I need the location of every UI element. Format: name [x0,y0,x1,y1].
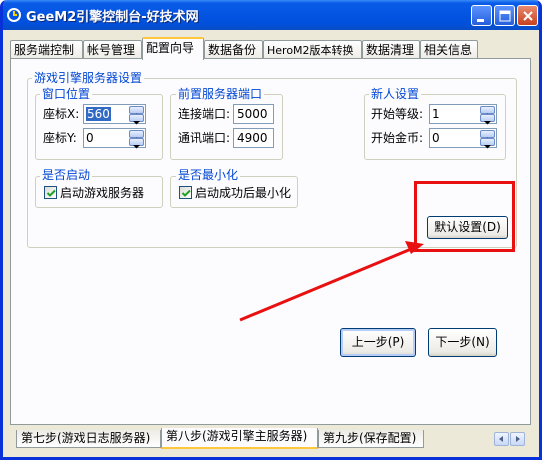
connect-port-input[interactable]: 5000 [233,104,274,124]
tab-server-control[interactable]: 服务端控制 [10,40,83,59]
spinner-down-arrow[interactable] [129,114,144,125]
connect-port-value: 5000 [237,107,268,121]
left-arrow-icon [499,436,503,442]
y-coord-label: 座标Y: [43,131,77,145]
down-arrow-icon [133,121,140,125]
auto-start-title: 是否启动 [40,168,93,182]
checkmark-icon [181,189,191,197]
tab-related-info[interactable]: 相关信息 [420,40,478,59]
comm-port-label: 通讯端口: [178,131,231,145]
tab-label: 相关信息 [424,43,473,57]
maximize-icon [499,10,511,22]
prev-step-label: 上一步(P) [351,335,405,349]
y-coord-spinner[interactable]: 0 [83,128,146,149]
checkmark-icon [46,189,56,197]
start-gold-label: 开始金币: [371,131,424,145]
x-coord-value: 560 [86,107,111,121]
tab-label: 第七步(游戏日志服务器) [21,431,151,445]
start-game-server-label: 启动游戏服务器 [60,186,145,200]
next-step-button[interactable]: 下一步(N) [428,328,497,357]
y-coord-value: 0 [86,131,94,145]
start-level-spinner[interactable]: 1 [429,104,497,125]
spinner-down-arrow[interactable] [480,114,495,125]
tab-label: 数据清理 [366,43,415,57]
tab-step-eight[interactable]: 第八步(游戏引擎主服务器) [161,428,318,449]
window-position-title: 窗口位置 [40,87,93,101]
tab-scroll-arrows [494,432,526,446]
comm-port-value: 4900 [237,131,268,145]
tab-step-seven[interactable]: 第七步(游戏日志服务器) [16,430,161,448]
tab-herom2-conversion[interactable]: HeroM2版本转换 [263,40,362,59]
down-arrow-icon [133,145,140,149]
annotation-highlight-box [414,181,515,252]
maximize-button[interactable] [494,5,515,26]
minimize-icon [477,19,484,22]
front-server-port-title: 前置服务器端口 [176,87,265,101]
minimize-after-start-checkbox[interactable] [179,186,192,199]
spinner-down-arrow[interactable] [129,138,144,149]
tab-data-cleanup[interactable]: 数据清理 [362,40,420,59]
spinner-up-arrow[interactable] [480,106,495,117]
game-engine-group-title: 游戏引擎服务器设置 [32,71,145,85]
tab-label: 第九步(保存配置) [323,431,417,445]
tab-data-backup[interactable]: 数据备份 [204,40,263,59]
minimize-after-start-label: 启动成功后最小化 [195,186,292,200]
connect-port-label: 连接端口: [178,107,231,121]
x-coord-label: 座标X: [43,107,80,121]
down-arrow-icon [484,121,491,125]
comm-port-input[interactable]: 4900 [233,128,274,148]
new-player-title: 新人设置 [369,87,422,101]
close-button[interactable] [517,5,538,26]
tab-label: HeroM2版本转换 [267,44,354,57]
x-coord-spinner[interactable]: 560 [83,104,146,125]
title-bar[interactable]: GeeM2引擎控制台-好技术网 [3,0,539,30]
tab-step-nine[interactable]: 第九步(保存配置) [318,430,424,448]
tab-account-management[interactable]: 帐号管理 [83,40,142,59]
start-gold-spinner[interactable]: 0 [429,128,497,149]
tab-scroll-right-button[interactable] [510,432,525,446]
close-icon [523,11,533,21]
spinner-up-arrow[interactable] [129,130,144,141]
start-game-server-checkbox[interactable] [44,186,57,199]
tab-label: 服务端控制 [14,43,75,57]
tab-scroll-left-button[interactable] [494,432,509,446]
next-step-label: 下一步(N) [435,335,490,349]
tab-config-wizard[interactable]: 配置向导 [142,37,204,60]
tab-label: 数据备份 [208,43,257,57]
start-gold-value: 0 [432,131,440,145]
minimize-title: 是否最小化 [176,168,241,182]
start-level-label: 开始等级: [371,107,424,121]
tab-label: 第八步(游戏引擎主服务器) [166,429,308,443]
app-icon [7,8,21,22]
spinner-up-arrow[interactable] [480,130,495,141]
down-arrow-icon [484,145,491,149]
right-arrow-icon [516,436,520,442]
prev-step-button[interactable]: 上一步(P) [340,328,416,357]
minimize-button[interactable] [471,5,492,26]
start-level-value: 1 [432,107,440,121]
spinner-up-arrow[interactable] [129,106,144,117]
tab-label: 帐号管理 [87,43,136,57]
tab-label: 配置向导 [146,41,195,55]
spinner-down-arrow[interactable] [480,138,495,149]
window-title: GeeM2引擎控制台-好技术网 [26,10,199,25]
